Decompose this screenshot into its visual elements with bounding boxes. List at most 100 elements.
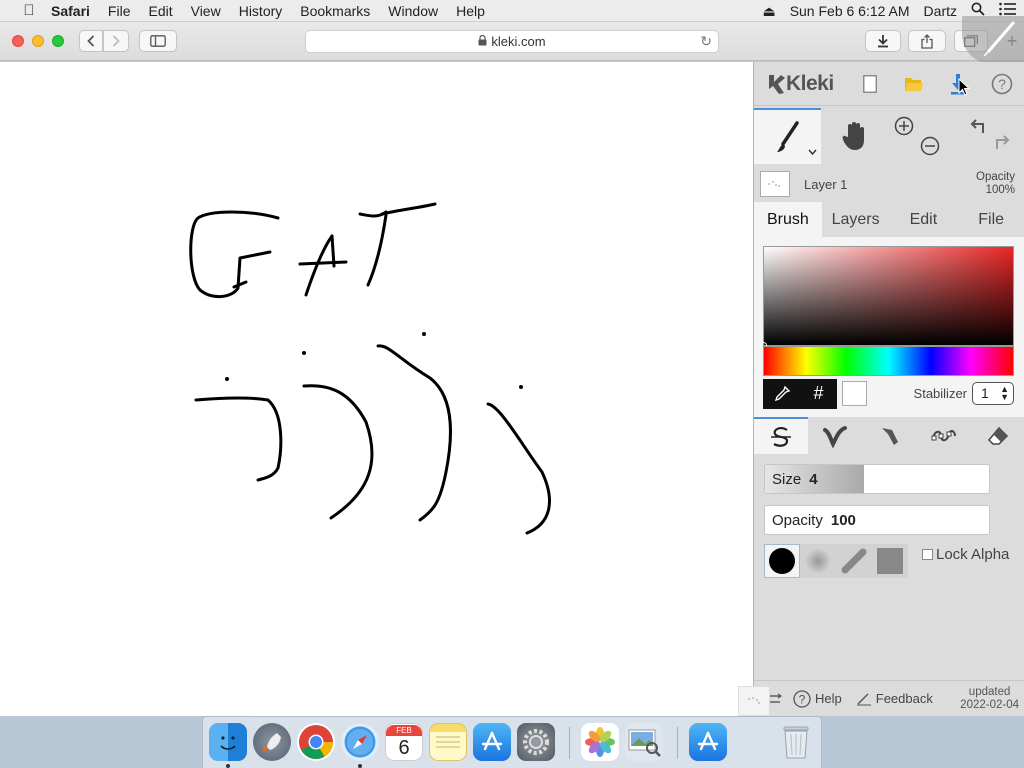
tip-square-button[interactable]	[872, 544, 908, 578]
eraser-button[interactable]	[971, 417, 1024, 454]
menu-view[interactable]: View	[182, 0, 230, 22]
layer-thumbnail	[760, 171, 790, 197]
menu-app-safari[interactable]: Safari	[42, 0, 99, 22]
mouse-cursor-icon	[958, 77, 970, 96]
help-button[interactable]: ? Help	[788, 689, 847, 708]
system-preferences-icon[interactable]	[517, 723, 555, 761]
apple-icon[interactable]: 	[16, 2, 42, 19]
tab-file[interactable]: File	[957, 202, 1024, 237]
tip-soft-round-button[interactable]	[800, 544, 836, 578]
tip-hard-round-button[interactable]	[764, 544, 800, 578]
open-folder-icon[interactable]	[892, 62, 936, 106]
finder-icon[interactable]	[209, 723, 247, 761]
sidebar-toggle-button[interactable]	[139, 30, 177, 52]
active-layer-row[interactable]: Layer 1 Opacity 100%	[754, 166, 1024, 202]
photos-icon[interactable]	[581, 723, 619, 761]
safari-running-indicator	[358, 764, 362, 768]
menu-clock[interactable]: Sun Feb 6 6:12 AM	[783, 0, 917, 22]
menu-edit[interactable]: Edit	[139, 0, 181, 22]
new-image-icon[interactable]	[848, 62, 892, 106]
save-download-icon[interactable]	[936, 62, 980, 106]
menu-help[interactable]: Help	[447, 0, 494, 22]
stroke-j-1	[194, 396, 283, 482]
chisel-tip-icon	[841, 548, 867, 574]
brush-size-value: 4	[809, 470, 818, 488]
help-circle-icon[interactable]: ?	[980, 62, 1024, 106]
back-button[interactable]	[79, 30, 103, 52]
hex-input-button[interactable]: #	[800, 378, 837, 409]
brush-opacity-slider[interactable]: Opacity 100	[764, 505, 990, 535]
kleki-panel: Kleki ? Layer 1 Opacity 100% Brush Layer…	[738, 62, 1024, 716]
collapse-panel-button[interactable]	[764, 692, 788, 706]
app-store-downloads-icon[interactable]	[689, 723, 727, 761]
safari-icon[interactable]	[341, 723, 379, 761]
tab-layers[interactable]: Layers	[822, 202, 890, 237]
dock-separator	[677, 727, 678, 759]
feedback-button[interactable]: Feedback	[851, 691, 938, 706]
preview-icon[interactable]	[625, 723, 663, 761]
downloads-button[interactable]	[865, 30, 901, 52]
svg-text:?: ?	[998, 76, 1006, 92]
close-window-icon[interactable]	[12, 35, 24, 47]
eyedropper-button[interactable]	[763, 378, 800, 409]
brush-size-label: Size	[772, 470, 802, 488]
reload-icon[interactable]: ↻	[700, 33, 712, 50]
drawing-canvas[interactable]	[0, 62, 753, 716]
saturation-value-picker[interactable]	[760, 246, 1014, 349]
brush-size-slider[interactable]: Size 4	[764, 464, 990, 494]
undo-icon[interactable]	[967, 118, 989, 138]
secondary-color-swatch[interactable]	[842, 381, 867, 406]
eject-icon[interactable]: ⏏	[755, 0, 782, 22]
updated-info: updated 2022-02-04	[960, 686, 1019, 712]
lock-alpha-checkbox[interactable]: Lock Alpha	[922, 546, 1009, 563]
tab-edit[interactable]: Edit	[890, 202, 958, 237]
address-text: kleki.com	[491, 34, 546, 49]
hand-tool-button[interactable]	[821, 108, 888, 164]
brush-tip-row	[764, 544, 908, 578]
zoom-window-icon[interactable]	[52, 35, 64, 47]
menu-user[interactable]: Dartz	[917, 0, 964, 22]
lock-alpha-box[interactable]	[922, 549, 933, 560]
svg-text:?: ?	[799, 692, 806, 706]
zoom-tool-button[interactable]	[888, 108, 955, 164]
blend-brush-button[interactable]	[808, 417, 862, 454]
eyedropper-icon	[774, 385, 790, 401]
menu-history[interactable]: History	[230, 0, 292, 22]
calendar-icon[interactable]: FEB 6	[385, 723, 423, 761]
forward-button[interactable]	[103, 30, 129, 52]
minimize-window-icon[interactable]	[32, 35, 44, 47]
launchpad-icon[interactable]	[253, 723, 291, 761]
trash-icon[interactable]	[777, 723, 815, 761]
canvas-strokes	[189, 202, 551, 535]
kleki-header: Kleki ?	[754, 62, 1024, 106]
redo-icon[interactable]	[991, 134, 1013, 154]
finder-running-indicator	[226, 764, 230, 768]
screenshot-thumbnail-icon[interactable]	[962, 16, 1024, 64]
chrome-icon[interactable]	[297, 723, 335, 761]
sketchy-brush-button[interactable]	[862, 417, 916, 454]
chevron-down-icon[interactable]	[808, 142, 817, 160]
pen-brush-button[interactable]	[754, 417, 809, 454]
menu-window[interactable]: Window	[379, 0, 447, 22]
dot-4	[519, 385, 523, 389]
hue-slider[interactable]	[763, 346, 1014, 376]
app-store-icon[interactable]	[473, 723, 511, 761]
menu-file[interactable]: File	[99, 0, 140, 22]
tip-chisel-button[interactable]	[836, 544, 872, 578]
tab-brush[interactable]: Brush	[754, 202, 822, 237]
notes-icon[interactable]	[429, 723, 467, 761]
blend-brush-icon	[823, 425, 848, 448]
zoom-in-icon[interactable]	[894, 116, 914, 136]
kleki-logo[interactable]: Kleki	[766, 72, 848, 96]
stroke-g-tail	[232, 280, 248, 289]
brush-tool-button[interactable]	[754, 108, 821, 164]
zoom-out-icon[interactable]	[920, 136, 940, 156]
address-bar[interactable]: kleki.com ↻	[305, 30, 719, 53]
stabilizer-select[interactable]: 1 ▲ ▼	[972, 382, 1014, 405]
shape-brush-button[interactable]	[917, 417, 971, 454]
pen-brush-icon	[771, 426, 792, 447]
history-tool-button	[955, 108, 1022, 164]
share-button[interactable]	[908, 30, 946, 52]
menu-bookmarks[interactable]: Bookmarks	[291, 0, 379, 22]
tool-row	[754, 108, 1024, 164]
